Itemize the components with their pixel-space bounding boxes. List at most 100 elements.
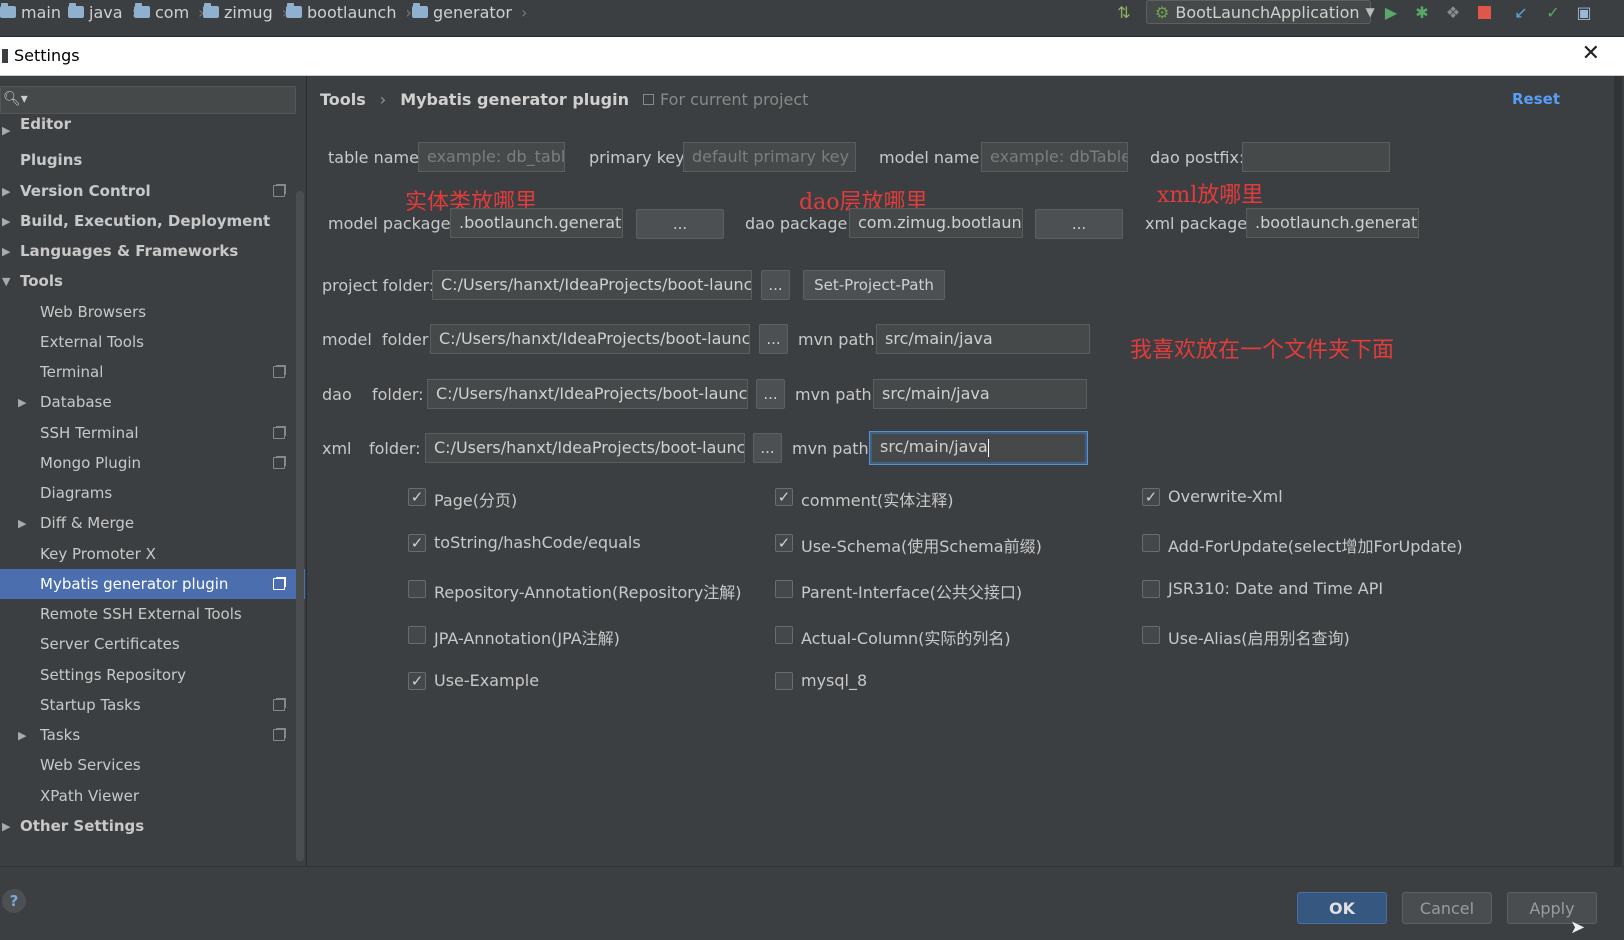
sidebar-item-tasks[interactable]: ▶ Tasks: [0, 720, 306, 750]
parent-interface-checkbox[interactable]: [775, 580, 793, 598]
sidebar-item-web-services[interactable]: Web Services: [0, 750, 306, 780]
chevron-right-icon: ▶: [2, 214, 11, 228]
sidebar-item-languages[interactable]: ▶ Languages & Frameworks: [0, 236, 306, 266]
sidebar-item-label: Other Settings: [20, 817, 145, 835]
help-button[interactable]: ?: [2, 889, 26, 913]
xml-mvn-path-input[interactable]: src/main/java: [870, 432, 1087, 464]
settings-search-input[interactable]: 🔍︎▾: [0, 86, 296, 114]
sidebar-item-ssh-terminal[interactable]: SSH Terminal: [0, 418, 306, 448]
sidebar-item-label: Database: [40, 393, 112, 411]
page-checkbox[interactable]: ✓: [408, 488, 426, 506]
comment-checkbox[interactable]: ✓: [775, 488, 793, 506]
sidebar-item-label: Mybatis generator plugin: [40, 575, 229, 593]
add-forupdate-checkbox[interactable]: [1142, 534, 1160, 552]
breadcrumb-com[interactable]: com ›: [134, 2, 205, 22]
overwrite-xml-checkbox[interactable]: ✓: [1142, 488, 1160, 506]
sidebar-item-database[interactable]: ▶ Database: [0, 387, 306, 417]
page-checkbox-label: Page(分页): [434, 491, 518, 510]
jsr310-checkbox[interactable]: [1142, 580, 1160, 598]
sidebar-item-web-browsers[interactable]: Web Browsers: [0, 297, 306, 327]
sidebar-item-mongo-plugin[interactable]: Mongo Plugin: [0, 448, 306, 478]
sidebar-item-diagrams[interactable]: Diagrams: [0, 478, 306, 508]
project-folder-browse-button[interactable]: ...: [761, 270, 790, 300]
xml-folder-input[interactable]: C:/Users/hanxt/IdeaProjects/boot-launch: [425, 433, 745, 463]
chevron-right-icon: ▶: [18, 516, 27, 530]
sidebar-item-label: Editor: [20, 115, 71, 133]
sidebar-item-external-tools[interactable]: External Tools: [0, 327, 306, 357]
model-folder-browse-button[interactable]: ...: [759, 324, 788, 354]
sidebar-item-tools[interactable]: ▼ Tools: [0, 266, 306, 296]
sidebar-item-key-promoter[interactable]: Key Promoter X: [0, 539, 306, 569]
breadcrumb-bootlaunch[interactable]: bootlaunch ›: [286, 2, 412, 22]
build-icon[interactable]: ⇅: [1114, 2, 1134, 22]
debug-icon[interactable]: ✱: [1412, 2, 1432, 22]
dao-postfix-input[interactable]: [1242, 142, 1390, 172]
primary-key-input[interactable]: default primary key: [683, 142, 856, 172]
use-example-checkbox[interactable]: ✓: [408, 672, 426, 690]
model-mvn-path-input[interactable]: src/main/java: [876, 324, 1090, 354]
text-cursor: [987, 438, 989, 457]
sidebar-item-startup-tasks[interactable]: Startup Tasks: [0, 690, 306, 720]
cancel-button[interactable]: Cancel: [1402, 892, 1492, 924]
sidebar-item-settings-repository[interactable]: Settings Repository: [0, 660, 306, 690]
sidebar-item-label: Build, Execution, Deployment: [20, 212, 271, 230]
ok-button[interactable]: OK: [1297, 892, 1387, 924]
jpa-annotation-checkbox[interactable]: [408, 626, 426, 644]
coverage-icon[interactable]: ❖: [1443, 2, 1463, 22]
settings-sidebar: 🔍︎▾ ▶ Editor Plugins ▶ Version Control ▶ Bu…: [0, 76, 307, 866]
model-folder-input[interactable]: C:/Users/hanxt/IdeaProjects/boot-launch: [430, 324, 750, 354]
spring-boot-icon: ⚙: [1155, 2, 1170, 22]
dao-mvn-path-input[interactable]: src/main/java: [873, 379, 1087, 409]
sidebar-item-label: Web Browsers: [40, 303, 147, 321]
sidebar-item-xpath-viewer[interactable]: XPath Viewer: [0, 781, 306, 811]
model-package-input[interactable]: .bootlaunch.generator: [450, 208, 623, 238]
run-configuration-select[interactable]: ⚙ BootLaunchApplication ▼: [1146, 0, 1375, 24]
folder-icon: [0, 3, 16, 18]
use-alias-checkbox[interactable]: [1142, 626, 1160, 644]
breadcrumb-tools[interactable]: Tools: [320, 90, 366, 109]
sidebar-item-remote-ssh[interactable]: Remote SSH External Tools: [0, 599, 306, 629]
actual-column-checkbox[interactable]: [775, 626, 793, 644]
xml-package-input[interactable]: .bootlaunch.generator: [1246, 208, 1419, 238]
sidebar-item-plugins[interactable]: Plugins: [0, 145, 306, 175]
breadcrumb-zimug[interactable]: zimug ›: [203, 2, 288, 22]
table-name-input[interactable]: example: db_table: [418, 142, 565, 172]
sidebar-item-terminal[interactable]: Terminal: [0, 357, 306, 387]
folder-icon: [203, 3, 219, 18]
sidebar-scrollbar[interactable]: [296, 191, 304, 861]
sidebar-item-mybatis-generator[interactable]: Mybatis generator plugin: [0, 569, 305, 599]
sidebar-item-build[interactable]: ▶ Build, Execution, Deployment: [0, 206, 306, 236]
run-icon[interactable]: ▶: [1381, 2, 1401, 22]
xml-folder-browse-button[interactable]: ...: [753, 433, 782, 463]
window-icon[interactable]: ▣: [1574, 2, 1594, 22]
tostring-checkbox[interactable]: ✓: [408, 534, 426, 552]
mysql8-checkbox[interactable]: [775, 672, 793, 690]
vcs-commit-icon[interactable]: ✓: [1543, 2, 1563, 22]
sidebar-item-server-certificates[interactable]: Server Certificates: [0, 629, 306, 659]
project-folder-input[interactable]: C:/Users/hanxt/IdeaProjects/boot-launch: [432, 270, 752, 300]
breadcrumb-main[interactable]: main›: [0, 2, 76, 22]
reset-link[interactable]: Reset: [1512, 90, 1560, 108]
dao-folder-browse-button[interactable]: ...: [756, 379, 785, 409]
model-package-browse-button[interactable]: ...: [636, 209, 724, 239]
stop-icon[interactable]: [1474, 2, 1494, 22]
panel-scrollbar[interactable]: [1614, 76, 1622, 866]
repository-annotation-checkbox[interactable]: [408, 580, 426, 598]
set-project-path-button[interactable]: Set-Project-Path: [803, 270, 945, 300]
sidebar-item-diff-merge[interactable]: ▶ Diff & Merge: [0, 508, 306, 538]
breadcrumb-java[interactable]: java›: [68, 2, 138, 22]
sidebar-item-version-control[interactable]: ▶ Version Control: [0, 176, 306, 206]
vcs-update-icon[interactable]: ↙: [1511, 2, 1531, 22]
close-icon[interactable]: ✕: [1582, 41, 1600, 66]
folder-icon: [134, 3, 150, 18]
sidebar-item-other-settings[interactable]: ▶ Other Settings: [0, 811, 306, 841]
project-scope-icon: [273, 699, 285, 711]
model-name-input[interactable]: example: dbTable: [981, 142, 1128, 172]
sidebar-item-editor[interactable]: ▶ Editor: [0, 115, 306, 145]
use-schema-checkbox[interactable]: ✓: [775, 534, 793, 552]
dao-package-input[interactable]: com.zimug.bootlaunch: [849, 208, 1023, 238]
breadcrumb-generator[interactable]: generator ›: [412, 2, 527, 22]
dao-folder-input[interactable]: C:/Users/hanxt/IdeaProjects/boot-launch: [427, 379, 748, 409]
sidebar-item-label: Terminal: [40, 363, 104, 381]
dao-package-browse-button[interactable]: ...: [1035, 209, 1123, 239]
